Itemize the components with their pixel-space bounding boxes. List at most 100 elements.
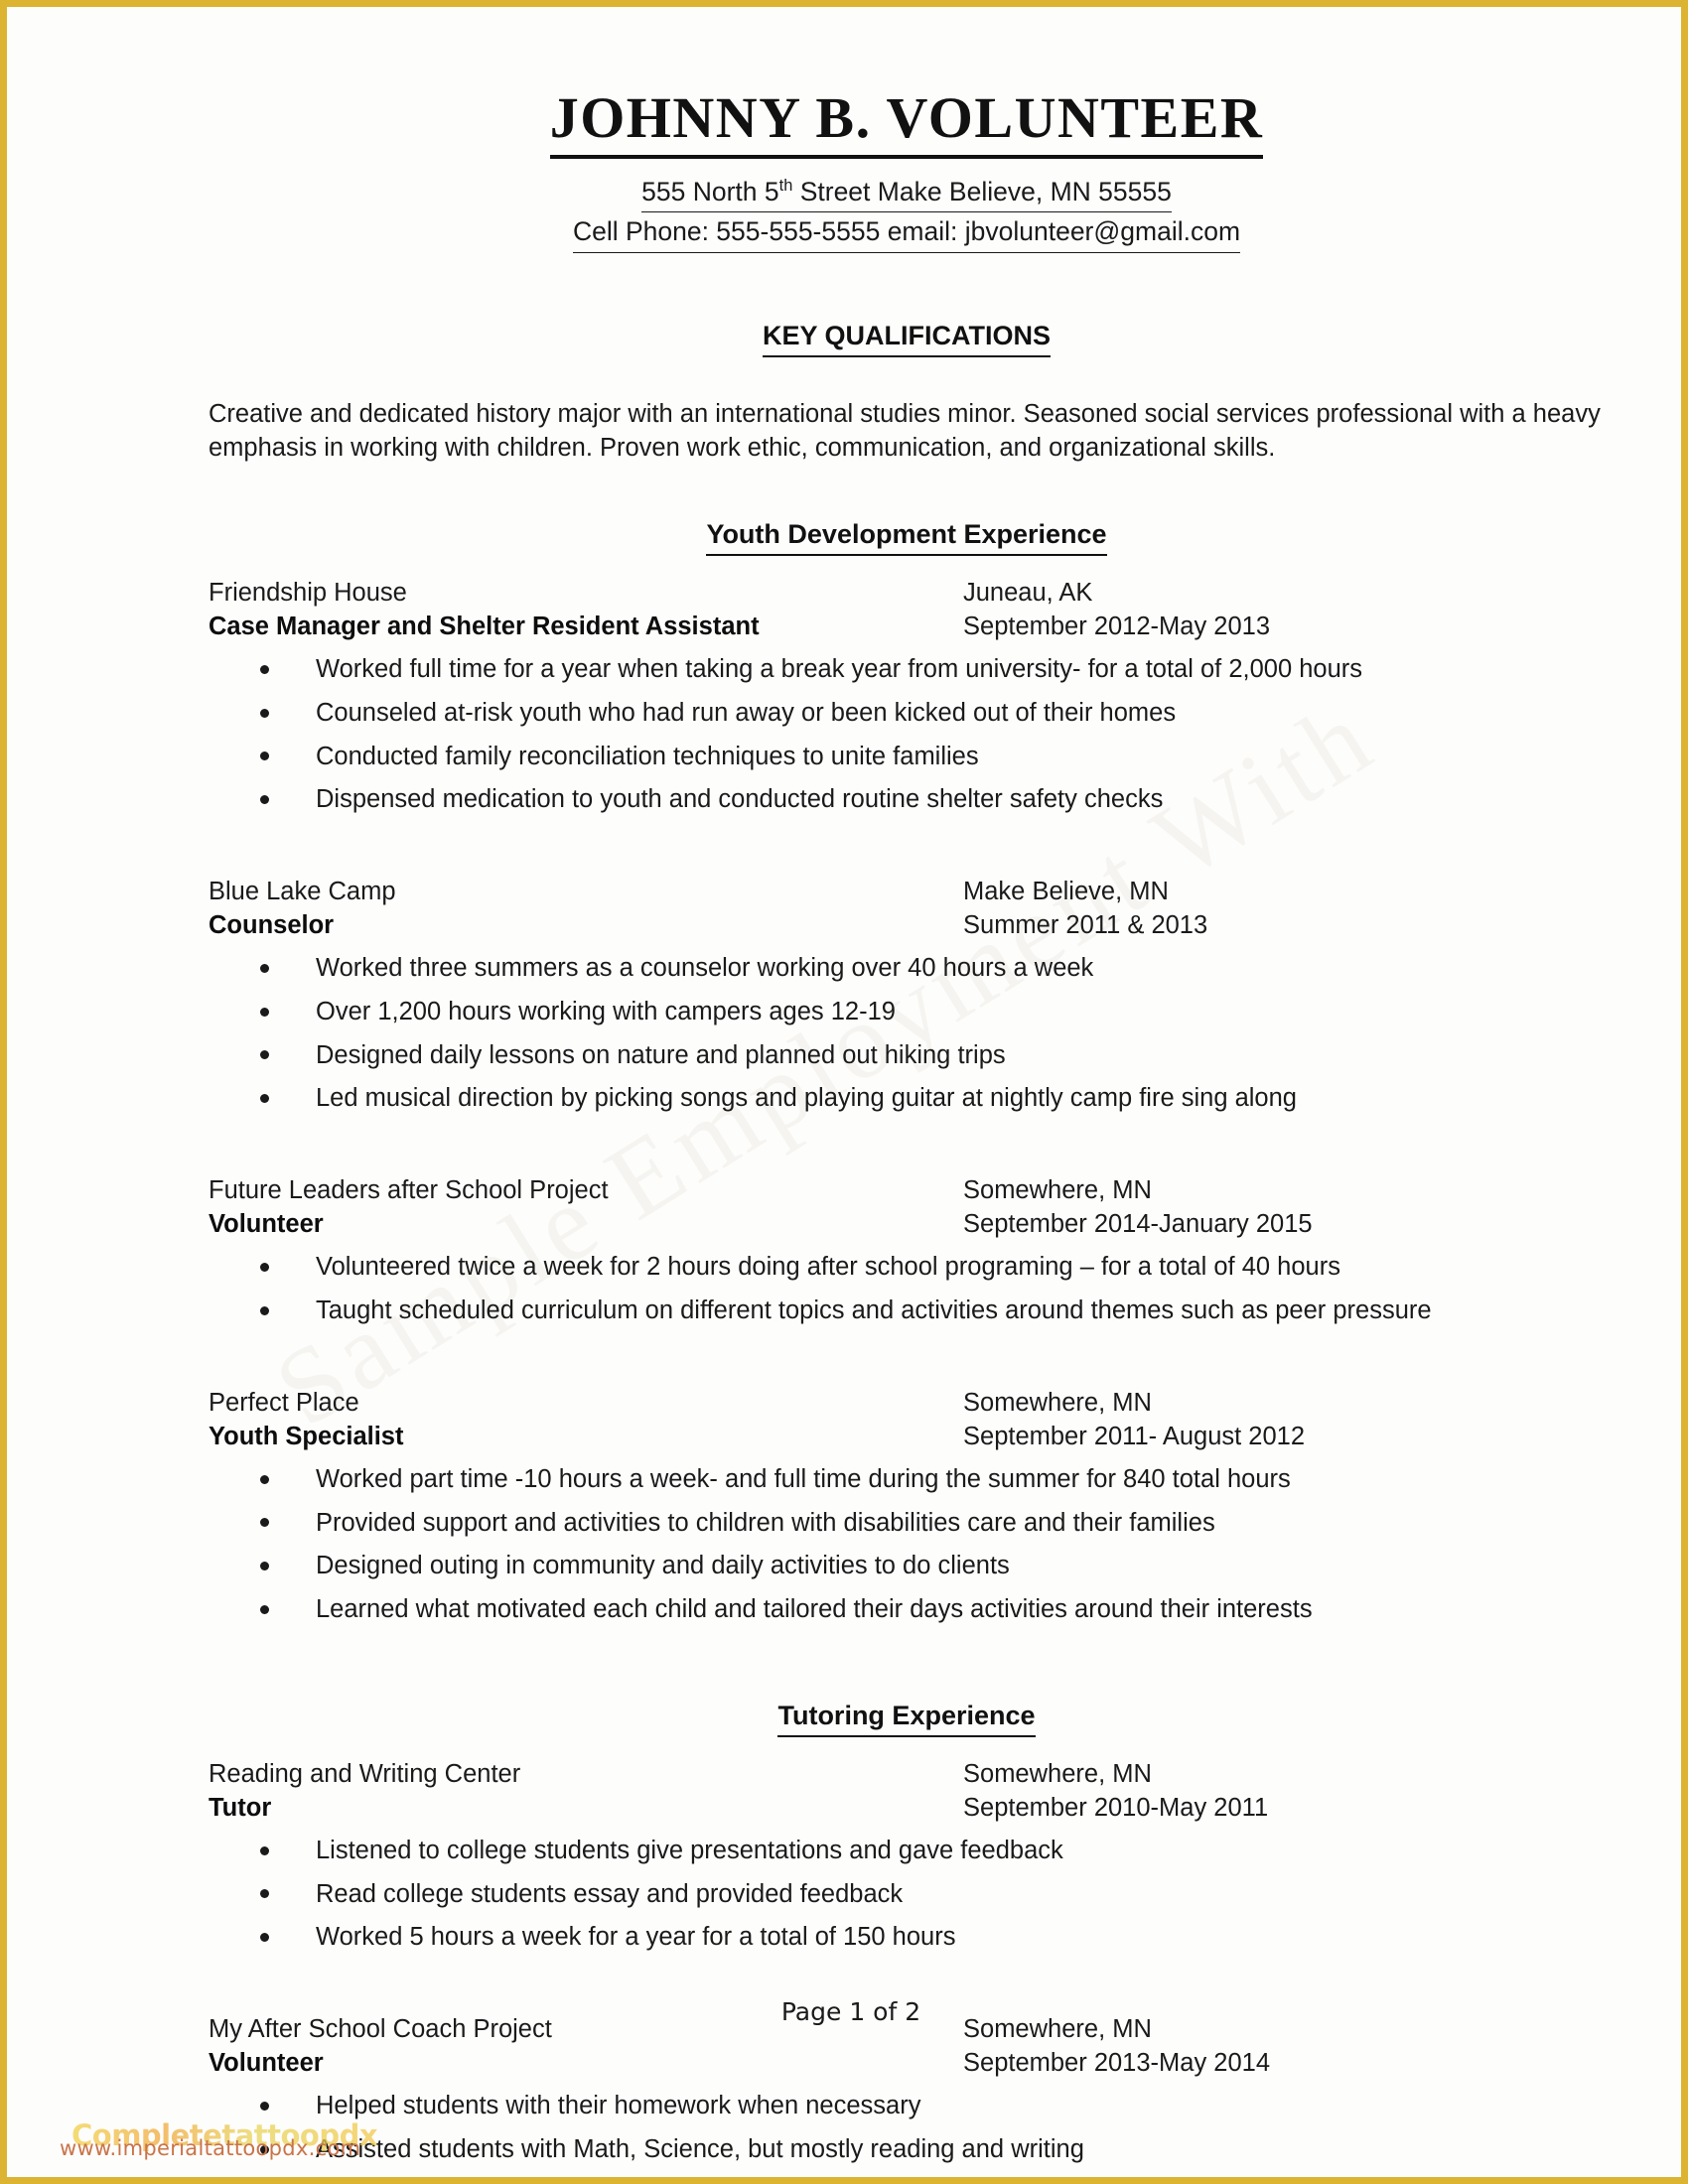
job-dates: September 2012-May 2013 [963,613,1271,641]
job-entry: Perfect Place Somewhere, MN Youth Specia… [209,1386,1605,1627]
bullet-icon [260,1518,269,1528]
resume-content: JOHNNY B. VOLUNTEER 555 North 5th Street… [14,14,1674,2170]
section-heading-tutoring: Tutoring Experience [209,1699,1605,1737]
bullet-text: Volunteered twice a week for 2 hours doi… [316,1253,1340,1282]
list-item: Helped students with their homework when… [209,2090,1605,2123]
job-dates: September 2010-May 2011 [963,1793,1269,1822]
list-item: Worked three summers as a counselor work… [209,952,1605,986]
summary-paragraph: Creative and dedicated history major wit… [209,399,1601,463]
bullet-text: Designed outing in community and daily a… [316,1552,1010,1580]
job-entry: Future Leaders after School Project Some… [209,1173,1605,1328]
bullet-text: Worked three summers as a counselor work… [316,954,1094,983]
bullet-icon [260,1889,269,1899]
job-bullet-list: Volunteered twice a week for 2 hours doi… [209,1251,1605,1327]
bullet-text: Worked full time for a year when taking … [316,655,1363,684]
job-org-row: Reading and Writing Center Somewhere, MN [209,1757,1605,1791]
address-prefix: 555 North 5 [641,176,779,206]
list-item: Volunteered twice a week for 2 hours doi… [209,1251,1605,1285]
job-title: Tutor [209,1793,272,1822]
job-bullet-list: Worked full time for a year when taking … [209,653,1605,817]
section-heading-key-qualifications-label: KEY QUALIFICATIONS [762,319,1051,357]
list-item: Learned what motivated each child and ta… [209,1593,1605,1627]
list-item: Over 1,200 hours working with campers ag… [209,996,1605,1029]
address-ordinal: th [778,176,793,195]
bullet-text: Worked 5 hours a week for a year for a t… [316,1923,956,1952]
watermark-site-url: www.imperialtattoopdx.com [60,2136,361,2160]
bullet-icon [260,1007,269,1017]
job-location: Somewhere, MN [963,1759,1152,1788]
section-heading-key-qualifications: KEY QUALIFICATIONS [209,319,1605,357]
job-bullet-list: Worked three summers as a counselor work… [209,952,1605,1116]
list-item: Worked 5 hours a week for a year for a t… [209,1921,1605,1955]
bullet-icon [260,1561,269,1570]
bullet-text: Provided support and activities to child… [316,1508,1215,1537]
contact-text: Cell Phone: 555-555-5555 email: jbvolunt… [572,212,1241,253]
address-line: 555 North 5th Street Make Believe, MN 55… [209,173,1605,213]
bullet-icon [260,1932,269,1942]
page-number-label: Page 1 of 2 [780,1997,921,2026]
resume-sheet: Sample Employment With JOHNNY B. VOLUNTE… [14,14,1674,2170]
job-organization: Friendship House [209,579,407,608]
bullet-text: Read college students essay and provided… [316,1879,904,1908]
job-bullet-list: Worked part time -10 hours a week- and f… [209,1463,1605,1627]
bullet-icon [260,795,269,805]
list-item: Conducted family reconciliation techniqu… [209,741,1605,774]
job-title-row: Counselor Summer 2011 & 2013 [209,908,1605,942]
section-heading-youth-development: Youth Development Experience [209,517,1605,557]
bullet-text: Listened to college students give presen… [316,1836,1063,1864]
bullet-icon [260,1305,269,1315]
job-title-row: Case Manager and Shelter Resident Assist… [209,610,1605,643]
job-title: Case Manager and Shelter Resident Assist… [209,613,760,641]
job-org-row: Friendship House Juneau, AK [209,576,1605,610]
job-bullet-list: Helped students with their homework when… [209,2090,1605,2170]
bullet-text: Worked part time -10 hours a week- and f… [316,1464,1291,1493]
job-entry: Reading and Writing Center Somewhere, MN… [209,1757,1605,1955]
bullet-icon [260,2101,269,2111]
job-title: Volunteer [209,1210,324,1239]
job-organization: Future Leaders after School Project [209,1175,609,1204]
candidate-name: JOHNNY B. VOLUNTEER [549,85,1264,159]
resume-page: Sample Employment With JOHNNY B. VOLUNTE… [0,0,1688,2184]
page-footer: Page 1 of 2 [14,1997,1674,2026]
bullet-text: Designed daily lessons on nature and pla… [316,1040,1006,1069]
bullet-icon [260,1604,269,1614]
job-organization: Blue Lake Camp [209,878,396,905]
bullet-icon [260,751,269,761]
job-title-row: Volunteer September 2013-May 2014 [209,2046,1605,2080]
job-dates: September 2014-January 2015 [963,1210,1313,1239]
bullet-icon [260,1262,269,1272]
bullet-text: Learned what motivated each child and ta… [316,1594,1313,1623]
job-entry: Friendship House Juneau, AK Case Manager… [209,576,1605,817]
list-item: Provided support and activities to child… [209,1507,1605,1541]
bullet-text: Led musical direction by picking songs a… [316,1084,1297,1113]
list-item: Counseled at-risk youth who had run away… [209,697,1605,731]
job-org-row: Blue Lake Camp Make Believe, MN [209,875,1605,908]
job-title-row: Tutor September 2010-May 2011 [209,1791,1605,1825]
bullet-icon [260,708,269,718]
job-title: Youth Specialist [209,1422,404,1450]
bullet-icon [260,1050,269,1060]
bullet-text: Taught scheduled curriculum on different… [316,1296,1432,1324]
address-suffix: Street Make Believe, MN 55555 [792,176,1172,206]
list-item: Listened to college students give presen… [209,1835,1605,1868]
contact-line: Cell Phone: 555-555-5555 email: jbvolunt… [209,212,1605,253]
job-location: Juneau, AK [963,579,1093,608]
job-entry: My After School Coach Project Somewhere,… [209,2012,1605,2170]
list-item: Designed daily lessons on nature and pla… [209,1039,1605,1073]
job-location: Make Believe, MN [963,878,1169,905]
job-entry: Blue Lake Camp Make Believe, MN Counselo… [209,875,1605,1116]
bullet-text: Dispensed medication to youth and conduc… [316,785,1164,814]
list-item: Designed outing in community and daily a… [209,1550,1605,1583]
job-title: Volunteer [209,2049,324,2078]
list-item: Read college students essay and provided… [209,1878,1605,1912]
job-org-row: Future Leaders after School Project Some… [209,1173,1605,1207]
list-item: Worked full time for a year when taking … [209,653,1605,687]
job-organization: Perfect Place [209,1388,359,1417]
job-organization: Reading and Writing Center [209,1759,521,1788]
job-dates: September 2011- August 2012 [963,1422,1306,1450]
list-item: Taught scheduled curriculum on different… [209,1295,1605,1328]
bullet-text: Conducted family reconciliation techniqu… [316,742,979,770]
section-heading-tutoring-label: Tutoring Experience [777,1699,1036,1737]
list-item: Led musical direction by picking songs a… [209,1082,1605,1116]
bullet-icon [260,1474,269,1484]
